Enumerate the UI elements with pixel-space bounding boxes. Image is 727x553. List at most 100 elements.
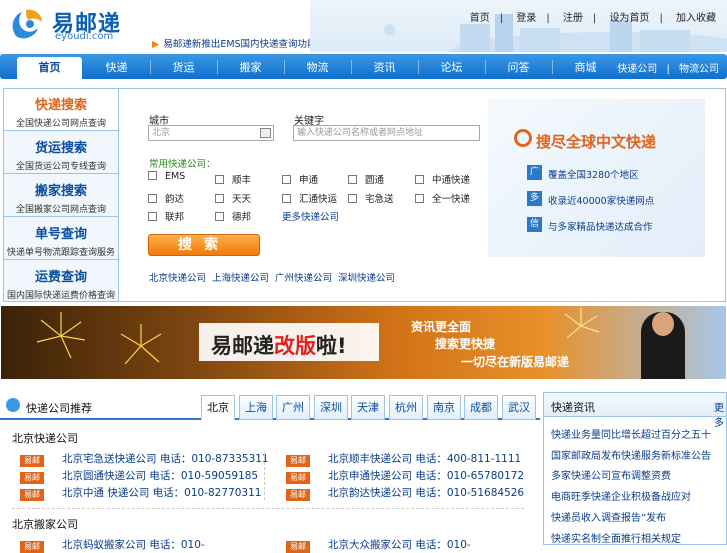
tab-freight-search[interactable]: 货运搜索 全国货运公司专线查询 — [4, 132, 118, 174]
tab-express-search[interactable]: 快递搜索 全国快递公司网点查询 — [4, 89, 118, 131]
company-text: 北京圆通快递公司 电话：010-59059185 — [62, 470, 259, 482]
checkbox-huitong[interactable]: 汇通快运 — [282, 191, 337, 205]
nav-tab-moving[interactable]: 搬家 — [218, 57, 283, 79]
city-picker-icon[interactable] — [260, 128, 271, 138]
header-illustration — [310, 0, 727, 52]
revamp-banner[interactable]: 易邮递改版啦! 资讯更全面 搜索更快捷 一切尽在新版易邮递 — [1, 306, 726, 379]
link-logistics-companies[interactable]: 物流公司 — [679, 64, 719, 75]
promo-line: 与多家精品快递达成合作 — [548, 222, 653, 233]
city-tab-shanghai[interactable]: 上海 — [239, 395, 273, 420]
company-logo: 易邮 — [286, 489, 310, 501]
tab-subtitle: 全国快递公司网点查询 — [15, 119, 106, 129]
tab-title: 快递搜索 — [34, 98, 87, 113]
city-skyline-icon — [384, 14, 727, 52]
nav-right-links: 快递公司 | 物流公司 — [617, 64, 719, 75]
nav-tab-home[interactable]: 首页 — [17, 57, 82, 79]
tab-subtitle: 全国搬家公司网点查询 — [15, 205, 106, 215]
company-logo: 易邮 — [286, 541, 310, 553]
nav-tab-freight[interactable]: 货运 — [151, 57, 216, 79]
promo-box[interactable]: 搜尽全球中文快递 广 覆盖全国3280个地区 多 收录近40000家快递网点 信… — [488, 99, 705, 257]
quick-link-shanghai[interactable]: 上海快递公司 — [212, 270, 269, 284]
keyword-input[interactable]: 输入快递公司名称或者网点地址 — [293, 125, 480, 141]
city-tab-guangzhou[interactable]: 广州 — [276, 395, 310, 420]
banner-line: 资讯更全面 — [411, 320, 472, 334]
link-home[interactable]: 首页 — [470, 13, 490, 24]
news-item[interactable]: 电商旺季快递企业积极备战应对 — [551, 488, 691, 503]
checkbox-quanyi[interactable]: 全一快递 — [415, 191, 470, 205]
tab-subtitle: 国内国际快递运费价格查询 — [6, 291, 115, 301]
company-text: 北京大众搬家公司 电话：010- — [328, 539, 471, 551]
city-tab-hangzhou[interactable]: 杭州 — [389, 395, 423, 420]
link-favorite[interactable]: 加入收藏 — [676, 13, 716, 24]
news-item[interactable]: 快递业务量同比增长超过百分之五十 — [551, 426, 711, 441]
company-logo: 易邮 — [20, 455, 44, 467]
checkbox-fedex[interactable]: 联邦 — [148, 209, 184, 223]
search-type-tabs: 快递搜索 全国快递公司网点查询 货运搜索 全国货运公司专线查询 搬家搜索 全国搬… — [3, 88, 119, 302]
fireworks-icon — [36, 312, 162, 365]
quick-link-shenzhen[interactable]: 深圳快递公司 — [338, 270, 395, 284]
businessman-face — [652, 312, 674, 336]
nav-tab-express[interactable]: 快递 — [84, 57, 149, 79]
nav-tab-logistics[interactable]: 物流 — [285, 57, 350, 79]
company-row[interactable]: 易邮 北京蚂蚁搬家公司 电话：010- — [20, 537, 205, 553]
nav-tab-qa[interactable]: 问答 — [486, 57, 551, 79]
company-row[interactable]: 易邮 北京大众搬家公司 电话：010- — [286, 537, 471, 553]
company-row[interactable]: 易邮 北京顺丰快递公司 电话：400-811-1111 — [286, 451, 521, 467]
city-tab-beijing[interactable]: 北京 — [201, 395, 235, 420]
city-input[interactable]: 北京 — [148, 125, 274, 141]
tab-subtitle: 全国货运公司专线查询 — [15, 162, 106, 172]
city-tab-wuhan[interactable]: 武汉 — [502, 395, 536, 420]
column-divider — [264, 452, 265, 500]
company-row[interactable]: 易邮 北京中通 快递公司 电话：010-82770311 — [20, 485, 261, 501]
more-companies-link[interactable]: 更多快递公司 — [282, 209, 339, 223]
badge-icon: 信 — [527, 217, 542, 232]
news-more-link[interactable]: 更多 — [714, 399, 727, 429]
checkbox-yto[interactable]: 圆通 — [348, 172, 384, 186]
company-row[interactable]: 易邮 北京韵达快递公司 电话：010-51684526 — [286, 485, 524, 501]
link-register[interactable]: 注册 — [563, 13, 583, 24]
banner-title: 易邮递改版啦! — [211, 334, 347, 358]
search-button[interactable]: 搜索 — [148, 234, 260, 256]
news-item[interactable]: 快递实名制全面推行相关规定 — [551, 530, 681, 545]
news-item[interactable]: 国家邮政局发布快递服务新标准公告 — [551, 447, 711, 462]
tab-shipping-cost[interactable]: 运费查询 国内国际快递运费价格查询 — [4, 261, 118, 303]
checkbox-tiantian[interactable]: 天天 — [215, 191, 251, 205]
section-divider — [12, 508, 524, 509]
company-text: 北京韵达快递公司 电话：010-51684526 — [328, 487, 525, 499]
checkbox-zto[interactable]: 中通快递 — [415, 172, 470, 186]
tab-title: 货运搜索 — [34, 141, 87, 156]
checkbox-ems[interactable]: EMS — [148, 171, 185, 182]
promo-line: 覆盖全国3280个地区 — [548, 170, 639, 181]
tab-title: 搬家搜索 — [34, 184, 87, 199]
company-row[interactable]: 易邮 北京申通快递公司 电话：010-65780172 — [286, 468, 524, 484]
checkbox-deppon[interactable]: 德邦 — [215, 209, 251, 223]
company-row[interactable]: 易邮 北京圆通快递公司 电话：010-59059185 — [20, 468, 258, 484]
city-tab-chengdu[interactable]: 成都 — [464, 395, 498, 420]
nav-tab-news[interactable]: 资讯 — [352, 57, 417, 79]
city-tab-shenzhen[interactable]: 深圳 — [314, 395, 348, 420]
news-item[interactable]: 多家快递公司宣布调整资费 — [551, 467, 671, 482]
tab-tracking[interactable]: 单号查询 快递单号物流跟踪查询服务 — [4, 218, 118, 260]
city-tab-nanjing[interactable]: 南京 — [427, 395, 461, 420]
checkbox-sto[interactable]: 申通 — [282, 172, 318, 186]
nav-tab-forum[interactable]: 论坛 — [419, 57, 484, 79]
checkbox-yunda[interactable]: 韵达 — [148, 191, 184, 205]
logo-icon — [12, 9, 42, 39]
quick-link-beijing[interactable]: 北京快递公司 — [149, 270, 206, 284]
recommend-title: 快递公司推荐 — [26, 402, 92, 415]
link-express-companies[interactable]: 快递公司 — [617, 64, 657, 75]
tab-title: 运费查询 — [34, 270, 87, 285]
triangle-right-icon: ▶ — [152, 39, 160, 50]
link-set-homepage[interactable]: 设为首页 — [609, 13, 649, 24]
magnifier-icon — [514, 129, 532, 147]
link-login[interactable]: 登录 — [516, 13, 536, 24]
city-tab-tianjin[interactable]: 天津 — [351, 395, 385, 420]
quick-link-guangzhou[interactable]: 广州快递公司 — [275, 270, 332, 284]
tab-moving-search[interactable]: 搬家搜索 全国搬家公司网点查询 — [4, 175, 118, 217]
checkbox-zjs[interactable]: 宅急送 — [348, 191, 394, 205]
nav-tab-mall[interactable]: 商城 — [553, 57, 618, 79]
news-item[interactable]: 快递员收入调查报告”发布 — [551, 509, 666, 524]
company-logo: 易邮 — [286, 472, 310, 484]
company-row[interactable]: 易邮 北京宅急送快递公司 电话：010-87335311 — [20, 451, 269, 467]
checkbox-sf[interactable]: 顺丰 — [215, 172, 251, 186]
